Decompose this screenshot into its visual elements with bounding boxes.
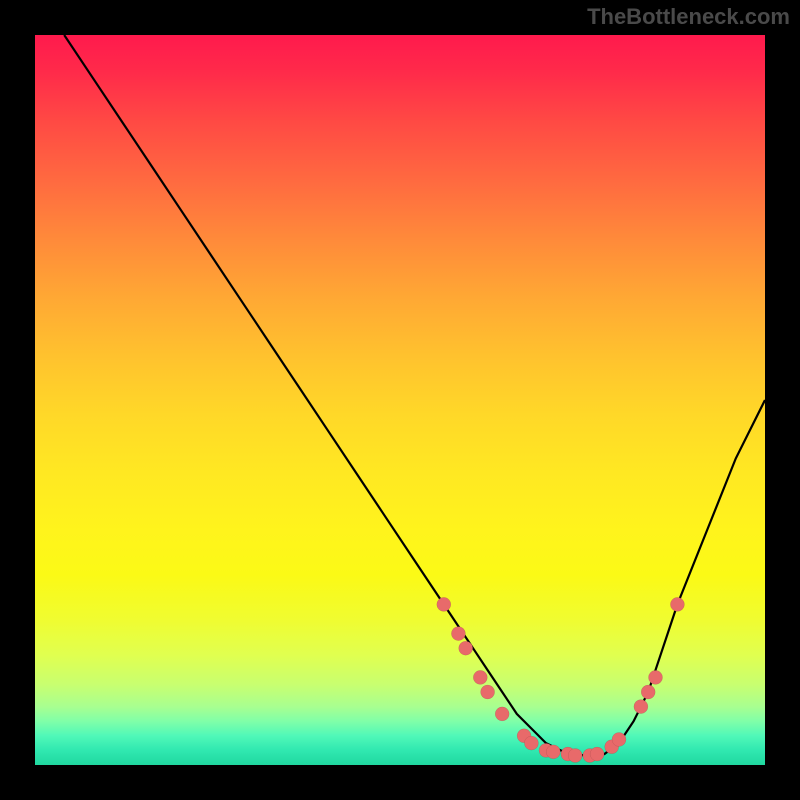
- chart-marker: [649, 670, 663, 684]
- chart-marker: [612, 732, 626, 746]
- chart-marker: [590, 747, 604, 761]
- chart-plot-area: [35, 35, 765, 765]
- chart-marker: [459, 641, 473, 655]
- chart-marker: [641, 685, 655, 699]
- chart-marker: [473, 670, 487, 684]
- bottleneck-curve: [64, 35, 765, 756]
- chart-marker: [437, 597, 451, 611]
- chart-marker: [546, 745, 560, 759]
- chart-marker: [481, 685, 495, 699]
- chart-marker: [634, 700, 648, 714]
- chart-marker: [495, 707, 509, 721]
- chart-markers: [437, 597, 685, 762]
- chart-marker: [524, 736, 538, 750]
- watermark-text: TheBottleneck.com: [587, 4, 790, 30]
- chart-marker: [670, 597, 684, 611]
- chart-marker: [568, 749, 582, 763]
- chart-svg: [35, 35, 765, 765]
- chart-marker: [451, 627, 465, 641]
